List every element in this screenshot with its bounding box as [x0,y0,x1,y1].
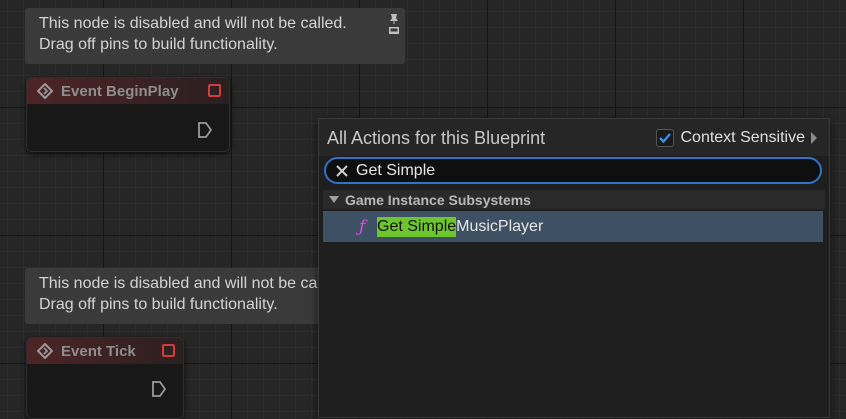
node-header: Event BeginPlay [27,78,229,104]
node-title: Event Tick [61,342,136,360]
expand-arrow-icon[interactable] [329,196,339,203]
context-sensitive-checkbox[interactable] [656,129,675,147]
node-header: Event Tick [27,338,183,364]
result-item-get-simple-music-player[interactable]: ƒ Get Simple MusicPlayer [323,211,825,242]
event-icon [37,343,53,359]
exec-output-pin[interactable] [152,381,166,397]
action-menu-header: All Actions for this Blueprint Context S… [319,119,829,156]
category-game-instance-subsystems[interactable]: Game Instance Subsystems [323,190,825,209]
comment-line-1: This node is disabled and will not be ca… [39,15,347,32]
comment-line-2: Drag off pins to build functionality. [39,36,278,53]
disabled-comment-top: This node is disabled and will not be ca… [25,8,405,64]
disabled-stop-icon [208,84,221,97]
comment-line-2: Drag off pins to build functionality. [39,296,278,313]
event-tick-node[interactable]: Event Tick [26,337,184,419]
search-box[interactable] [324,157,822,184]
category-label: Game Instance Subsystems [345,191,531,208]
disabled-comment-bottom: This node is disabled and will not be ca… [25,268,325,324]
exec-output-pin[interactable] [198,122,212,138]
event-beginplay-node[interactable]: Event BeginPlay [26,77,230,152]
disabled-stop-icon [162,344,175,357]
comment-line-1: This node is disabled and will not be ca… [39,275,325,292]
scrollbar[interactable] [823,211,829,411]
function-icon: ƒ [359,216,366,237]
clear-search-icon[interactable] [335,164,349,178]
result-match-highlight: Get Simple [377,216,457,237]
action-menu-title: All Actions for this Blueprint [327,128,546,148]
search-input[interactable] [356,161,796,181]
context-sensitive-label: Context Sensitive [680,129,805,146]
event-icon [37,83,53,99]
node-title: Event BeginPlay [61,82,179,100]
context-sensitive-toggle[interactable]: Context Sensitive [656,129,817,147]
checkmark-icon [659,133,672,144]
result-label-rest: MusicPlayer [456,217,544,235]
pin-icon[interactable] [388,13,400,35]
action-menu: All Actions for this Blueprint Context S… [318,118,830,418]
chevron-right-icon[interactable] [811,132,817,144]
